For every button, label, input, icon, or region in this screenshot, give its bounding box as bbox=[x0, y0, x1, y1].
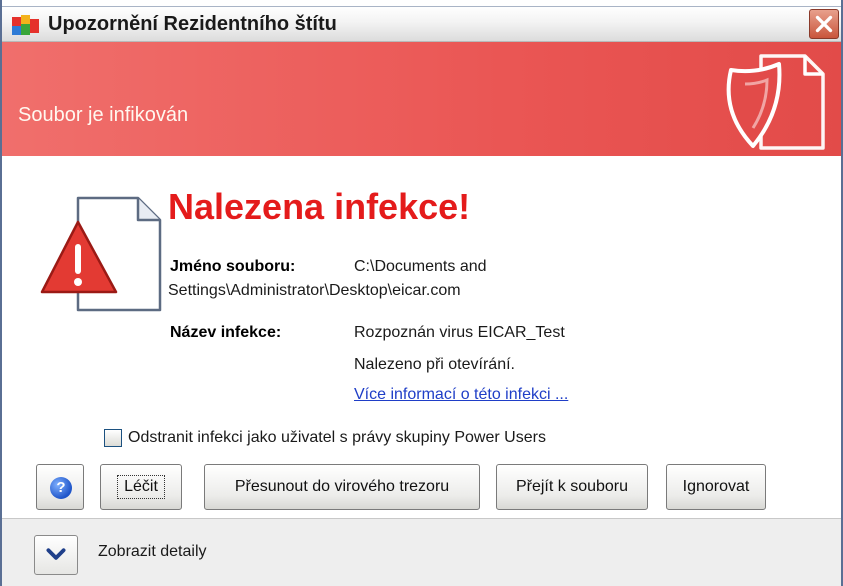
file-name-label: Jméno souboru: bbox=[170, 258, 296, 275]
heal-button-label: Léčit bbox=[117, 475, 165, 499]
detection-context: Nalezeno při otevírání. bbox=[354, 356, 515, 373]
power-users-checkbox-label[interactable]: Odstranit infekci jako uživatel s právy … bbox=[128, 429, 546, 447]
heal-button[interactable]: Léčit bbox=[100, 464, 182, 510]
alert-window: Upozornění Rezidentního štítu Soubor je … bbox=[0, 0, 843, 586]
infection-name-value: Rozpoznán virus EICAR_Test bbox=[354, 324, 565, 341]
help-question-icon: ? bbox=[50, 477, 72, 499]
banner-subtitle: Soubor je infikován bbox=[18, 104, 189, 126]
file-path-line1: C:\Documents and bbox=[354, 258, 487, 275]
shield-document-icon bbox=[726, 54, 825, 150]
avg-logo-icon bbox=[12, 15, 39, 35]
warning-document-icon bbox=[40, 196, 162, 312]
window-title: Upozornění Rezidentního štítu bbox=[48, 13, 337, 35]
alert-heading: Nalezena infekce! bbox=[168, 186, 471, 227]
show-details-label[interactable]: Zobrazit detaily bbox=[98, 543, 207, 561]
ignore-button[interactable]: Ignorovat bbox=[666, 464, 766, 510]
power-users-checkbox[interactable] bbox=[104, 429, 122, 447]
power-users-option[interactable]: Odstranit infekci jako uživatel s právy … bbox=[104, 428, 546, 448]
header-banner: Soubor je infikován bbox=[2, 42, 841, 156]
title-bar[interactable]: Upozornění Rezidentního štítu bbox=[2, 6, 841, 42]
infection-name-label: Název infekce: bbox=[170, 324, 282, 341]
chevron-down-icon bbox=[46, 548, 66, 560]
close-button[interactable] bbox=[809, 9, 839, 39]
go-to-file-button[interactable]: Přejít k souboru bbox=[496, 464, 648, 510]
more-info-link[interactable]: Více informací o této infekci ... bbox=[354, 386, 568, 404]
footer-bar: Zobrazit detaily bbox=[2, 518, 841, 586]
help-button[interactable]: ? bbox=[36, 464, 84, 510]
move-to-vault-button[interactable]: Přesunout do virového trezoru bbox=[204, 464, 480, 510]
close-x-icon bbox=[815, 15, 833, 33]
file-path-line2: Settings\Administrator\Desktop\eicar.com bbox=[168, 282, 461, 299]
show-details-button[interactable] bbox=[34, 535, 78, 575]
